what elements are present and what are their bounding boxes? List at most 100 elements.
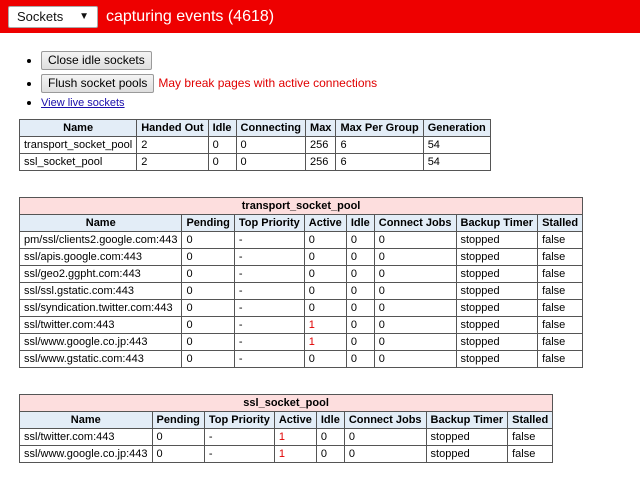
table-cell: false [537,299,584,317]
table-cell: 0 [345,333,375,351]
table-cell: 0 [373,316,457,334]
column-header: Backup Timer [455,214,539,232]
column-header: Idle [207,119,237,137]
table-cell: 0 [181,299,235,317]
close-idle-sockets-button[interactable]: Close idle sockets [41,51,152,70]
table-caption: transport_socket_pool [18,197,584,215]
capture-status: capturing events (4618) [106,7,275,25]
table-header-row: Name Pending Top Priority Active Idle Connect… [18,214,584,232]
table-cell: 256 [305,153,337,171]
table-row: ssl/www.google.co.jp:443 0-1 0 0 stopped fals… [18,333,584,351]
table-cell: ssl/www.gstatic.com:443 [18,350,183,368]
table-cell: false [507,428,554,446]
table-row: ssl/geo2.ggpht.com:443 0-0 0 0 stopped false [18,265,584,283]
table-cell: false [537,333,584,351]
view-select-value: Sockets [17,9,64,24]
table-cell: stopped [455,316,539,334]
table-caption-row: transport_socket_pool [18,197,584,215]
table-cell: - [233,333,305,351]
table-cell: 0 [345,282,375,300]
table-cell: 0 [343,428,427,446]
column-header: Pending [181,214,235,232]
column-header: Name [19,411,153,429]
column-header: Stalled [507,411,554,429]
table-cell: - [233,231,305,249]
table-cell: 0 [345,248,375,266]
table-cell: 0 [373,333,457,351]
table-cell: 0 [373,248,457,266]
chevron-down-icon: ▼ [79,11,89,22]
table-cell: 0 [303,350,347,368]
table-cell: 0 [181,350,235,368]
view-select[interactable]: Sockets ▼ [8,5,98,28]
table-cell: 256 [305,136,337,154]
table-cell: 0 [345,265,375,283]
table-cell: 0 [181,333,235,351]
column-header: Connect Jobs [373,214,457,232]
table-cell: 0 [315,445,345,463]
table-cell: 0 [151,428,205,446]
table-cell: 0 [303,248,347,266]
column-header: Name [18,214,183,232]
table-cell: - [233,316,305,334]
table-cell: stopped [425,445,509,463]
table-row: ssl/apis.google.com:443 0-0 0 0 stopped false [18,248,584,266]
table-cell: 0 [303,265,347,283]
table-cell: 6 [335,153,424,171]
column-header: Stalled [537,214,584,232]
table-cell: stopped [425,428,509,446]
table-cell: stopped [455,333,539,351]
table-cell: stopped [455,350,539,368]
table-cell: stopped [455,265,539,283]
table-cell: ssl/twitter.com:443 [18,316,183,334]
table-cell: 0 [373,265,457,283]
transport-socket-pool-table: transport_socket_pool Name Pending Top Pri… [18,197,584,368]
table-cell: 0 [373,350,457,368]
table-cell: 54 [422,153,491,171]
table-caption-row: ssl_socket_pool [18,394,554,412]
table-cell: 0 [181,248,235,266]
column-header: Active [303,214,347,232]
table-cell: 1 [273,445,317,463]
action-item-view-live: View live sockets [41,95,640,109]
table-cell: 0 [373,282,457,300]
table-cell: 0 [151,445,205,463]
flush-warning-text: May break pages with active connections [158,75,378,90]
table-cell: 0 [181,265,235,283]
table-cell: 0 [343,445,427,463]
column-header: Connecting [235,119,307,137]
table-cell: ssl_socket_pool [18,153,138,171]
table-cell: 0 [345,316,375,334]
view-live-sockets-link[interactable]: View live sockets [41,97,125,109]
table-cell: 0 [303,299,347,317]
column-header: Max [305,119,337,137]
action-item-close-idle: Close idle sockets [41,51,640,71]
table-cell: 0 [207,153,237,171]
table-cell: ssl/twitter.com:443 [19,428,153,446]
table-cell: 0 [315,428,345,446]
table-row: pm/ssl/clients2.google.com:443 0-0 0 0 stopp… [18,231,584,249]
table-cell: false [537,350,584,368]
table-cell: - [233,248,305,266]
flush-socket-pools-button[interactable]: Flush socket pools [41,74,155,93]
table-cell: ssl/apis.google.com:443 [18,248,183,266]
column-header: Backup Timer [425,411,509,429]
column-header: Top Priority [233,214,305,232]
table-cell: 0 [345,299,375,317]
table-row: ssl/www.google.co.jp:443 0-1 0 0 stopped fals… [19,445,554,463]
table-cell: - [233,282,305,300]
socket-pools-summary-table: Name Handed Out Idle Connecting Max Max Per G… [18,119,491,171]
table-cell: stopped [455,299,539,317]
table-cell: 1 [303,333,347,351]
table-cell: 1 [303,316,347,334]
table-cell: 0 [345,350,375,368]
column-header: Top Priority [203,411,275,429]
table-cell: stopped [455,231,539,249]
column-header: Idle [345,214,375,232]
table-header-row: Name Pending Top Priority Active Idle Connect… [19,411,554,429]
table-cell: false [507,445,554,463]
table-row: ssl/syndication.twitter.com:443 0-0 0 0 stop… [18,299,584,317]
table-cell: - [233,299,305,317]
table-cell: 0 [181,282,235,300]
column-header: Idle [315,411,345,429]
